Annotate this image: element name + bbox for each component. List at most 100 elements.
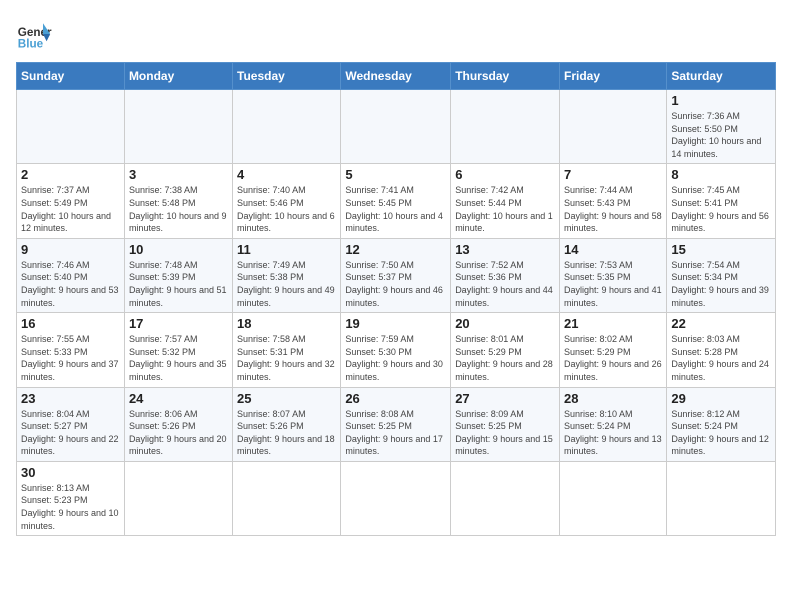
- calendar-cell: 11 Sunrise: 7:49 AMSunset: 5:38 PMDayligh…: [233, 238, 341, 312]
- day-number: 22: [671, 316, 771, 331]
- calendar-cell: 5Sunrise: 7:41 AMSunset: 5:45 PMDaylight…: [341, 164, 451, 238]
- calendar-cell: 18 Sunrise: 7:58 AMSunset: 5:31 PMDayligh…: [233, 313, 341, 387]
- day-number: 8: [671, 167, 771, 182]
- calendar-cell: 14 Sunrise: 7:53 AMSunset: 5:35 PMDayligh…: [560, 238, 667, 312]
- day-info: Sunrise: 7:44 AMSunset: 5:43 PMDaylight:…: [564, 184, 662, 234]
- calendar-cell: 28 Sunrise: 8:10 AMSunset: 5:24 PMDayligh…: [560, 387, 667, 461]
- day-number: 12: [345, 242, 446, 257]
- calendar-cell: 22 Sunrise: 8:03 AMSunset: 5:28 PMDayligh…: [667, 313, 776, 387]
- day-number: 27: [455, 391, 555, 406]
- calendar-cell: 7Sunrise: 7:44 AMSunset: 5:43 PMDaylight…: [560, 164, 667, 238]
- calendar-cell: 2 Sunrise: 7:37 AMSunset: 5:49 PMDaylight…: [17, 164, 125, 238]
- day-info: Sunrise: 7:41 AMSunset: 5:45 PMDaylight:…: [345, 184, 446, 234]
- calendar-cell: [341, 90, 451, 164]
- calendar-cell: 9 Sunrise: 7:46 AMSunset: 5:40 PMDaylight…: [17, 238, 125, 312]
- svg-text:Blue: Blue: [18, 38, 44, 51]
- day-number: 4: [237, 167, 336, 182]
- day-info: Sunrise: 7:49 AMSunset: 5:38 PMDaylight:…: [237, 259, 336, 309]
- col-header-saturday: Saturday: [667, 63, 776, 90]
- day-number: 18: [237, 316, 336, 331]
- calendar-cell: 13 Sunrise: 7:52 AMSunset: 5:36 PMDayligh…: [451, 238, 560, 312]
- calendar-cell: 6 Sunrise: 7:42 AMSunset: 5:44 PMDaylight…: [451, 164, 560, 238]
- calendar-week-2: 9 Sunrise: 7:46 AMSunset: 5:40 PMDaylight…: [17, 238, 776, 312]
- day-number: 24: [129, 391, 228, 406]
- day-number: 25: [237, 391, 336, 406]
- day-info: Sunrise: 8:04 AMSunset: 5:27 PMDaylight:…: [21, 408, 120, 458]
- calendar-cell: [451, 461, 560, 535]
- day-number: 26: [345, 391, 446, 406]
- calendar-week-5: 30 Sunrise: 8:13 AMSunset: 5:23 PMDayligh…: [17, 461, 776, 535]
- day-number: 3: [129, 167, 228, 182]
- day-info: Sunrise: 8:07 AMSunset: 5:26 PMDaylight:…: [237, 408, 336, 458]
- calendar-week-0: 1Sunrise: 7:36 AMSunset: 5:50 PMDaylight…: [17, 90, 776, 164]
- calendar-cell: 20 Sunrise: 8:01 AMSunset: 5:29 PMDayligh…: [451, 313, 560, 387]
- day-number: 14: [564, 242, 662, 257]
- day-number: 1: [671, 93, 771, 108]
- calendar-header-row: SundayMondayTuesdayWednesdayThursdayFrid…: [17, 63, 776, 90]
- day-info: Sunrise: 8:01 AMSunset: 5:29 PMDaylight:…: [455, 333, 555, 383]
- logo-icon: General Blue: [16, 16, 52, 52]
- day-info: Sunrise: 7:46 AMSunset: 5:40 PMDaylight:…: [21, 259, 120, 309]
- calendar-cell: 30 Sunrise: 8:13 AMSunset: 5:23 PMDayligh…: [17, 461, 125, 535]
- day-info: Sunrise: 8:08 AMSunset: 5:25 PMDaylight:…: [345, 408, 446, 458]
- day-info: Sunrise: 7:48 AMSunset: 5:39 PMDaylight:…: [129, 259, 228, 309]
- day-info: Sunrise: 7:50 AMSunset: 5:37 PMDaylight:…: [345, 259, 446, 309]
- day-number: 28: [564, 391, 662, 406]
- calendar-cell: 23 Sunrise: 8:04 AMSunset: 5:27 PMDayligh…: [17, 387, 125, 461]
- calendar-week-3: 16Sunrise: 7:55 AMSunset: 5:33 PMDayligh…: [17, 313, 776, 387]
- day-number: 2: [21, 167, 120, 182]
- calendar-cell: 24Sunrise: 8:06 AMSunset: 5:26 PMDayligh…: [124, 387, 232, 461]
- col-header-thursday: Thursday: [451, 63, 560, 90]
- day-number: 30: [21, 465, 120, 480]
- col-header-friday: Friday: [560, 63, 667, 90]
- calendar-cell: 21 Sunrise: 8:02 AMSunset: 5:29 PMDayligh…: [560, 313, 667, 387]
- day-number: 17: [129, 316, 228, 331]
- calendar-cell: 15Sunrise: 7:54 AMSunset: 5:34 PMDayligh…: [667, 238, 776, 312]
- calendar-week-4: 23 Sunrise: 8:04 AMSunset: 5:27 PMDayligh…: [17, 387, 776, 461]
- day-info: Sunrise: 8:02 AMSunset: 5:29 PMDaylight:…: [564, 333, 662, 383]
- day-number: 21: [564, 316, 662, 331]
- day-info: Sunrise: 7:54 AMSunset: 5:34 PMDaylight:…: [671, 259, 771, 309]
- day-info: Sunrise: 7:53 AMSunset: 5:35 PMDaylight:…: [564, 259, 662, 309]
- day-info: Sunrise: 7:59 AMSunset: 5:30 PMDaylight:…: [345, 333, 446, 383]
- day-info: Sunrise: 7:38 AMSunset: 5:48 PMDaylight:…: [129, 184, 228, 234]
- calendar-cell: 29 Sunrise: 8:12 AMSunset: 5:24 PMDayligh…: [667, 387, 776, 461]
- day-number: 13: [455, 242, 555, 257]
- day-info: Sunrise: 7:57 AMSunset: 5:32 PMDaylight:…: [129, 333, 228, 383]
- calendar-cell: [341, 461, 451, 535]
- calendar-cell: [233, 461, 341, 535]
- day-number: 23: [21, 391, 120, 406]
- calendar-cell: [124, 90, 232, 164]
- day-info: Sunrise: 7:45 AMSunset: 5:41 PMDaylight:…: [671, 184, 771, 234]
- calendar-cell: [560, 461, 667, 535]
- calendar-cell: 3 Sunrise: 7:38 AMSunset: 5:48 PMDaylight…: [124, 164, 232, 238]
- calendar-cell: 4Sunrise: 7:40 AMSunset: 5:46 PMDaylight…: [233, 164, 341, 238]
- day-info: Sunrise: 7:52 AMSunset: 5:36 PMDaylight:…: [455, 259, 555, 309]
- day-info: Sunrise: 7:42 AMSunset: 5:44 PMDaylight:…: [455, 184, 555, 234]
- day-info: Sunrise: 7:37 AMSunset: 5:49 PMDaylight:…: [21, 184, 120, 234]
- col-header-sunday: Sunday: [17, 63, 125, 90]
- calendar-cell: [124, 461, 232, 535]
- calendar-week-1: 2 Sunrise: 7:37 AMSunset: 5:49 PMDaylight…: [17, 164, 776, 238]
- day-info: Sunrise: 8:03 AMSunset: 5:28 PMDaylight:…: [671, 333, 771, 383]
- col-header-monday: Monday: [124, 63, 232, 90]
- day-info: Sunrise: 8:10 AMSunset: 5:24 PMDaylight:…: [564, 408, 662, 458]
- logo: General Blue: [16, 16, 52, 52]
- day-number: 11: [237, 242, 336, 257]
- day-info: Sunrise: 8:09 AMSunset: 5:25 PMDaylight:…: [455, 408, 555, 458]
- calendar-cell: 16Sunrise: 7:55 AMSunset: 5:33 PMDayligh…: [17, 313, 125, 387]
- calendar-cell: 26 Sunrise: 8:08 AMSunset: 5:25 PMDayligh…: [341, 387, 451, 461]
- calendar-table: SundayMondayTuesdayWednesdayThursdayFrid…: [16, 62, 776, 536]
- day-number: 6: [455, 167, 555, 182]
- day-number: 19: [345, 316, 446, 331]
- day-number: 9: [21, 242, 120, 257]
- day-info: Sunrise: 8:13 AMSunset: 5:23 PMDaylight:…: [21, 482, 120, 532]
- calendar-cell: 8 Sunrise: 7:45 AMSunset: 5:41 PMDaylight…: [667, 164, 776, 238]
- day-info: Sunrise: 8:12 AMSunset: 5:24 PMDaylight:…: [671, 408, 771, 458]
- day-info: Sunrise: 7:58 AMSunset: 5:31 PMDaylight:…: [237, 333, 336, 383]
- calendar-cell: 1Sunrise: 7:36 AMSunset: 5:50 PMDaylight…: [667, 90, 776, 164]
- day-number: 29: [671, 391, 771, 406]
- day-number: 20: [455, 316, 555, 331]
- calendar-cell: 19 Sunrise: 7:59 AMSunset: 5:30 PMDayligh…: [341, 313, 451, 387]
- calendar-cell: [17, 90, 125, 164]
